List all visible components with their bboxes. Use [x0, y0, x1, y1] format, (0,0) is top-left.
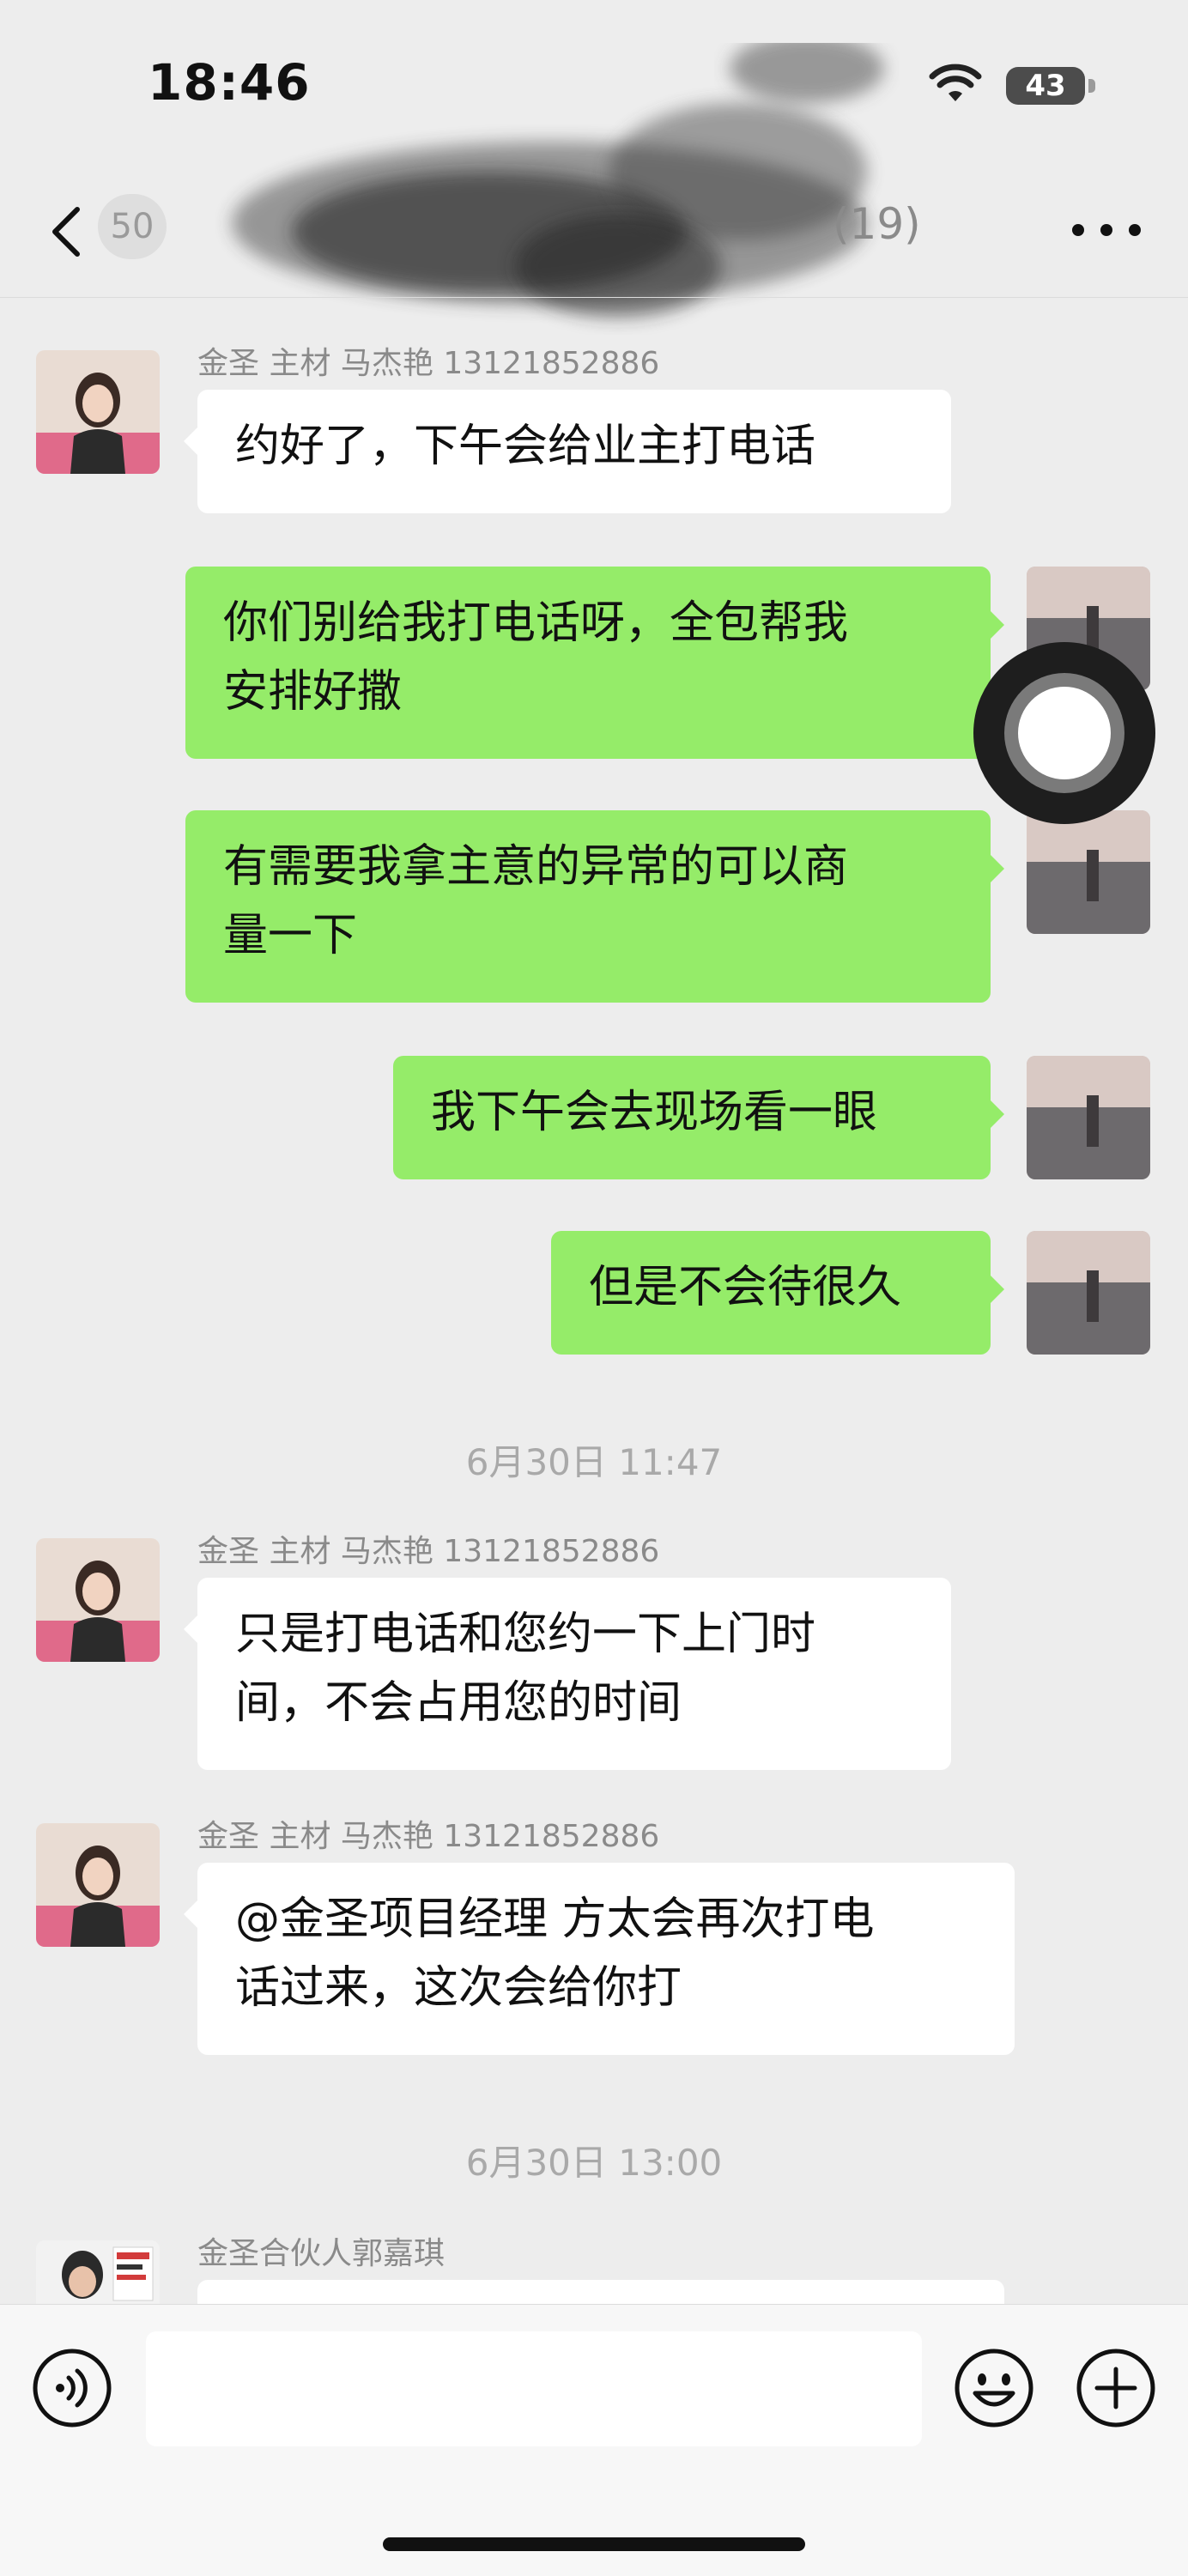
- message-bubble[interactable]: 但是不会待很久: [551, 1231, 1004, 1355]
- message-line: 你们别给我打电话呀，全包帮我: [223, 597, 849, 649]
- sender-name: 金圣合伙人郭嘉琪: [197, 2236, 446, 2271]
- plus-icon[interactable]: [1075, 2347, 1157, 2429]
- message-bubble[interactable]: 只是打电话和您约一下上门时 间，不会占用您的时间: [184, 1578, 951, 1770]
- message-line: 约好了，下午会给业主打电话: [235, 421, 816, 472]
- emoji-icon[interactable]: [953, 2347, 1035, 2429]
- nav-divider: [0, 297, 1188, 298]
- avatar[interactable]: [36, 1823, 160, 1947]
- message-line: 话过来，这次会给你打: [235, 1962, 682, 2014]
- more-icon[interactable]: [1068, 220, 1145, 240]
- message-input[interactable]: [146, 2331, 922, 2446]
- wifi-icon: [929, 64, 982, 101]
- chevron-left-icon[interactable]: [43, 206, 94, 258]
- message-line: 只是打电话和您约一下上门时: [235, 1609, 816, 1660]
- back-unread-count[interactable]: 50: [98, 194, 167, 259]
- message-bubble[interactable]: @金圣项目经理 方太会再次打电 话过来，这次会给你打: [184, 1863, 1015, 2055]
- message-line: 但是不会待很久: [589, 1262, 902, 1313]
- message-line: 有需要我拿主意的异常的可以商: [223, 841, 849, 893]
- sender-name: 金圣 主材 马杰艳 13121852886: [197, 346, 660, 381]
- assistive-ring: [1004, 673, 1124, 793]
- member-count: (19): [833, 199, 921, 249]
- avatar[interactable]: [36, 1538, 160, 1662]
- avatar[interactable]: [36, 350, 160, 474]
- home-indicator: [383, 2537, 805, 2551]
- message-line: 安排好撒: [223, 666, 403, 718]
- battery-icon: 43: [1006, 67, 1085, 105]
- sender-name: 金圣 主材 马杰艳 13121852886: [197, 1534, 660, 1569]
- self-avatar[interactable]: [1027, 1231, 1150, 1355]
- message-bubble-partial[interactable]: [184, 2280, 1004, 2345]
- self-avatar[interactable]: [1027, 810, 1150, 934]
- sender-name: 金圣 主材 马杰艳 13121852886: [197, 1819, 660, 1854]
- redaction-scribble: [232, 43, 884, 318]
- message-bubble[interactable]: 你们别给我打电话呀，全包帮我 安排好撒: [185, 567, 1004, 759]
- message-line: 量一下: [223, 910, 358, 961]
- assistive-touch-button[interactable]: [973, 642, 1155, 824]
- message-bubble[interactable]: 有需要我拿主意的异常的可以商 量一下: [185, 810, 1004, 1003]
- message-line: 我下午会去现场看一眼: [431, 1087, 878, 1138]
- message-line: 间，不会占用您的时间: [235, 1677, 682, 1729]
- battery-tip: [1088, 79, 1095, 93]
- self-avatar[interactable]: [1027, 1056, 1150, 1179]
- message-line: @金圣项目经理 方太会再次打电: [235, 1894, 875, 1945]
- message-bubble[interactable]: 约好了，下午会给业主打电话: [184, 390, 951, 513]
- message-timestamp: 6月30日 13:00: [465, 2142, 723, 2184]
- assistive-core: [1018, 687, 1111, 779]
- message-timestamp: 6月30日 11:47: [465, 1441, 723, 1483]
- message-bubble[interactable]: 我下午会去现场看一眼: [393, 1056, 1004, 1179]
- avatar[interactable]: [36, 2240, 160, 2304]
- voice-icon[interactable]: [31, 2347, 113, 2429]
